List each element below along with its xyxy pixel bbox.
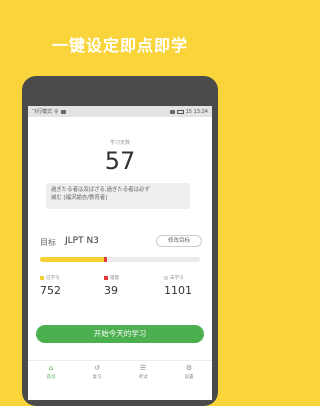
stat-unlearned: 未学习 1101 [164,275,192,297]
quote-box: 過ぎたる者は及ばざる,過ぎたる者は必ず 滅む [福沢諭吉/教育者] [46,183,190,209]
home-icon: ⌂ [48,364,54,372]
stats-row: 已学习 752 错题 39 未学习 1101 [40,275,206,303]
exam-icon: ☰ [139,364,147,372]
tab-review-label: 复习 [92,375,102,380]
signal-icon [169,109,175,114]
study-days-label: 学习天数 [109,140,130,146]
battery-icon [176,109,184,114]
promo-headline: 一键设定即点即学 [51,36,188,55]
stat-learned-label: 已学习 [46,276,60,281]
notification-icon [60,109,66,114]
progress-bar [40,257,200,262]
learned-swatch [40,276,44,280]
unlearned-swatch [164,276,168,280]
progress-forgotten-marker [104,257,107,262]
stat-learned: 已学习 752 [40,275,61,297]
goal-label: 目标 [40,238,56,247]
quote-line-1: 過ぎたる者は及ばざる,過ぎたる者は必ず [51,187,150,193]
tab-home[interactable]: ⌂ 首页 [28,361,74,385]
quote-line-2: 滅む [福沢諭吉/教育者] [51,195,108,201]
start-study-button[interactable]: 开始今天的学习 [36,325,204,343]
stat-learned-value: 752 [40,284,61,297]
tab-exam[interactable]: ☰ 考试 [120,361,166,385]
tab-review[interactable]: ↺ 复习 [74,361,120,385]
progress-learned-fill [40,257,104,262]
goal-row: 目标 JLPT N3 修改目标 [40,235,202,249]
status-bar: 飞行模式 令 15 13:24 [28,106,212,117]
tab-settings[interactable]: ⚙ 设置 [166,361,212,385]
study-days-value: 57 [104,147,136,175]
stat-unlearned-value: 1101 [164,284,192,297]
status-time: 15 13:24 [185,108,208,115]
stat-forgotten-value: 39 [104,284,118,297]
forgotten-swatch [104,276,108,280]
edit-goal-button[interactable]: 修改目标 [156,235,202,247]
stat-forgotten: 错题 39 [104,275,119,297]
home-content: 学习天数 57 過ぎたる者は及ばざる,過ぎたる者は必ず 滅む [福沢諭吉/教育者… [28,117,212,374]
review-icon: ↺ [94,364,100,372]
tab-exam-label: 考试 [138,375,148,380]
goal-value: JLPT N3 [65,236,99,246]
carrier-text: 飞行模式 令 [32,109,59,115]
stat-forgotten-label: 错题 [110,276,119,281]
stat-unlearned-label: 未学习 [170,276,184,281]
bottom-tab-bar: ⌂ 首页 ↺ 复习 ☰ 考试 ⚙ 设置 [28,360,212,385]
settings-icon: ⚙ [185,364,193,372]
tab-settings-label: 设置 [184,375,194,380]
tab-home-label: 首页 [46,375,56,380]
